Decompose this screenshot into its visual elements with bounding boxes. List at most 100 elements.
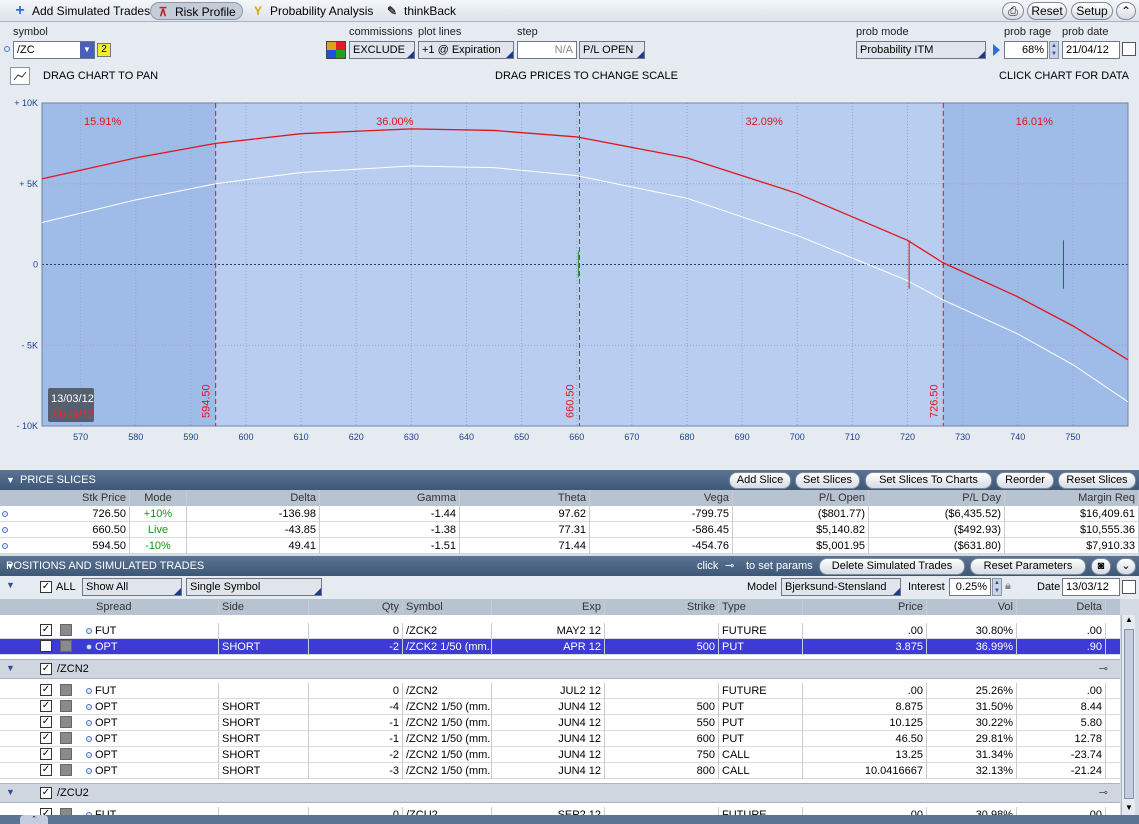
model-select[interactable]: Bjerksund-Stensland bbox=[781, 578, 901, 596]
simulated-toggle[interactable] bbox=[60, 732, 72, 744]
row-checkbox[interactable]: ✓ bbox=[40, 624, 52, 636]
position-row[interactable]: ✓ OPT SHORT -3/ZCN2 1/50 (mm... JUN4 12 800 CA… bbox=[0, 763, 1120, 779]
position-cell[interactable] bbox=[219, 807, 309, 815]
row-checkbox[interactable]: ✓ bbox=[40, 808, 52, 815]
reset-slices-button[interactable]: Reset Slices bbox=[1058, 472, 1136, 489]
position-cell[interactable]: SHORT bbox=[219, 731, 309, 747]
position-cell[interactable]: .90 bbox=[1017, 639, 1106, 655]
position-cell[interactable]: OPT bbox=[93, 699, 219, 715]
column-header[interactable]: Gamma bbox=[320, 490, 460, 506]
position-cell[interactable]: OPT bbox=[93, 747, 219, 763]
set-slices-to-charts-button[interactable]: Set Slices To Charts bbox=[865, 472, 992, 489]
position-group-header[interactable]: ▼ ✓ /ZCN2 ⊸ bbox=[0, 659, 1120, 679]
position-cell[interactable]: /ZCN2 1/50 (mm... bbox=[403, 747, 492, 763]
position-cell[interactable]: .00 bbox=[803, 623, 927, 639]
row-checkbox[interactable]: ✓ bbox=[40, 684, 52, 696]
position-cell[interactable]: 12.78 bbox=[1017, 731, 1106, 747]
position-cell[interactable]: OPT bbox=[93, 639, 219, 655]
interest-input[interactable]: 0.25% bbox=[949, 578, 991, 596]
column-header[interactable]: Price bbox=[803, 599, 927, 615]
chart-svg[interactable]: 570 580 590 600 610 620 630 640 650 660 670 680 690 7… bbox=[0, 90, 1139, 470]
column-header[interactable]: Vol bbox=[927, 599, 1017, 615]
position-cell[interactable]: APR 12 bbox=[492, 639, 605, 655]
position-cell[interactable]: 10.0416667 bbox=[803, 763, 927, 779]
expand-up-icon[interactable]: ⌃ bbox=[20, 815, 48, 824]
position-cell[interactable]: 46.50 bbox=[803, 731, 927, 747]
reorder-button[interactable]: Reorder bbox=[996, 472, 1054, 489]
position-cell[interactable]: 31.34% bbox=[927, 747, 1017, 763]
position-cell[interactable]: FUT bbox=[93, 807, 219, 815]
position-cell[interactable]: SEP2 12 bbox=[492, 807, 605, 815]
row-checkbox[interactable]: ✓ bbox=[40, 640, 52, 652]
calendar-icon[interactable] bbox=[1122, 580, 1136, 594]
tab-add-simulated-trades[interactable]: + Add Simulated Trades bbox=[8, 2, 156, 20]
position-cell[interactable]: 5.80 bbox=[1017, 715, 1106, 731]
add-slice-button[interactable]: Add Slice bbox=[729, 472, 791, 489]
price-slice-row[interactable]: 726.50 +10% -136.98 -1.44 97.62 -799.75 ($801.… bbox=[0, 506, 1139, 522]
position-cell[interactable]: 0 bbox=[309, 623, 403, 639]
symbol-input[interactable]: /ZC ▼ bbox=[13, 41, 95, 59]
row-dot-icon[interactable] bbox=[86, 720, 92, 726]
show-filter-select[interactable]: Show All bbox=[82, 578, 182, 596]
position-cell[interactable]: 500 bbox=[605, 699, 719, 715]
position-row[interactable]: ✓ OPT SHORT -1/ZCN2 1/50 (mm... JUN4 12 550 PU… bbox=[0, 715, 1120, 731]
expand-button[interactable]: ⌄ bbox=[1116, 558, 1136, 575]
scroll-down-icon[interactable]: ▼ bbox=[1123, 803, 1135, 815]
position-cell[interactable]: .00 bbox=[803, 807, 927, 815]
position-cell[interactable]: .00 bbox=[1017, 807, 1106, 815]
position-row[interactable]: ✓ OPT SHORT -4/ZCN2 1/50 (mm... JUN4 12 500 PU… bbox=[0, 699, 1120, 715]
column-header[interactable]: Strike bbox=[605, 599, 719, 615]
position-cell[interactable]: -2 bbox=[309, 639, 403, 655]
position-cell[interactable] bbox=[605, 807, 719, 815]
collapse-arrow-icon[interactable]: ▼ bbox=[6, 580, 15, 590]
column-header[interactable]: Delta bbox=[186, 490, 320, 506]
price-slice-cell[interactable]: 660.50 bbox=[0, 522, 130, 538]
column-header[interactable]: Theta bbox=[460, 490, 590, 506]
position-cell[interactable]: 0 bbox=[309, 683, 403, 699]
step-input[interactable]: N/A bbox=[517, 41, 577, 59]
position-cell[interactable]: 800 bbox=[605, 763, 719, 779]
position-row[interactable]: ✓ FUT 0/ZCK2 MAY2 12 FUTURE .00 30.80% .00 bbox=[0, 623, 1120, 639]
price-slice-row[interactable]: 660.50 Live -43.85 -1.38 77.31 -586.45 $5,140.… bbox=[0, 522, 1139, 538]
row-checkbox[interactable]: ✓ bbox=[40, 748, 52, 760]
position-cell[interactable]: SHORT bbox=[219, 699, 309, 715]
position-cell[interactable]: JUN4 12 bbox=[492, 763, 605, 779]
group-checkbox[interactable]: ✓ bbox=[40, 663, 52, 675]
column-header[interactable]: Symbol bbox=[403, 599, 492, 615]
simulated-toggle[interactable] bbox=[60, 808, 72, 815]
position-cell[interactable]: 0 bbox=[309, 807, 403, 815]
position-cell[interactable]: MAY2 12 bbox=[492, 623, 605, 639]
camera-button[interactable]: ◙ bbox=[1091, 558, 1111, 575]
collapse-arrow-icon[interactable]: ▼ bbox=[6, 787, 15, 797]
simulated-toggle[interactable] bbox=[60, 748, 72, 760]
position-cell[interactable]: OPT bbox=[93, 763, 219, 779]
row-dot-icon[interactable] bbox=[86, 704, 92, 710]
position-cell[interactable]: PUT bbox=[719, 639, 803, 655]
position-cell[interactable]: 500 bbox=[605, 639, 719, 655]
simulated-toggle[interactable] bbox=[60, 700, 72, 712]
reset-parameters-button[interactable]: Reset Parameters bbox=[970, 558, 1086, 575]
row-checkbox[interactable]: ✓ bbox=[40, 764, 52, 776]
position-cell[interactable]: JUL2 12 bbox=[492, 683, 605, 699]
simulated-toggle[interactable] bbox=[60, 716, 72, 728]
risk-profile-chart[interactable]: 570 580 590 600 610 620 630 640 650 660 670 680 690 7… bbox=[0, 90, 1139, 470]
position-row[interactable]: ✓ OPT SHORT -2/ZCN2 1/50 (mm... JUN4 12 750 CA… bbox=[0, 747, 1120, 763]
set-slices-button[interactable]: Set Slices bbox=[795, 472, 860, 489]
prob-range-input[interactable]: 68% bbox=[1004, 41, 1048, 59]
calendar-icon[interactable] bbox=[1122, 42, 1136, 56]
position-cell[interactable] bbox=[219, 683, 309, 699]
position-cell[interactable]: OPT bbox=[93, 731, 219, 747]
collapse-arrow-icon[interactable]: ▼ bbox=[6, 663, 15, 673]
price-slice-label[interactable]: 660.50 bbox=[564, 384, 576, 418]
column-header[interactable]: Type bbox=[719, 599, 803, 615]
price-slice-cell[interactable]: 594.50 bbox=[0, 538, 130, 554]
symbol-filter-select[interactable]: Single Symbol bbox=[186, 578, 322, 596]
column-header[interactable]: Margin Req bbox=[1005, 490, 1139, 506]
position-cell[interactable]: PUT bbox=[719, 731, 803, 747]
scroll-up-icon[interactable]: ▲ bbox=[1123, 615, 1135, 627]
positions-scrollbar[interactable]: ▲ ▼ bbox=[1121, 615, 1135, 815]
position-cell[interactable]: /ZCN2 1/50 (mm... bbox=[403, 763, 492, 779]
row-dot-icon[interactable] bbox=[86, 736, 92, 742]
position-cell[interactable]: -4 bbox=[309, 699, 403, 715]
commissions-select[interactable]: EXCLUDE bbox=[349, 41, 415, 59]
